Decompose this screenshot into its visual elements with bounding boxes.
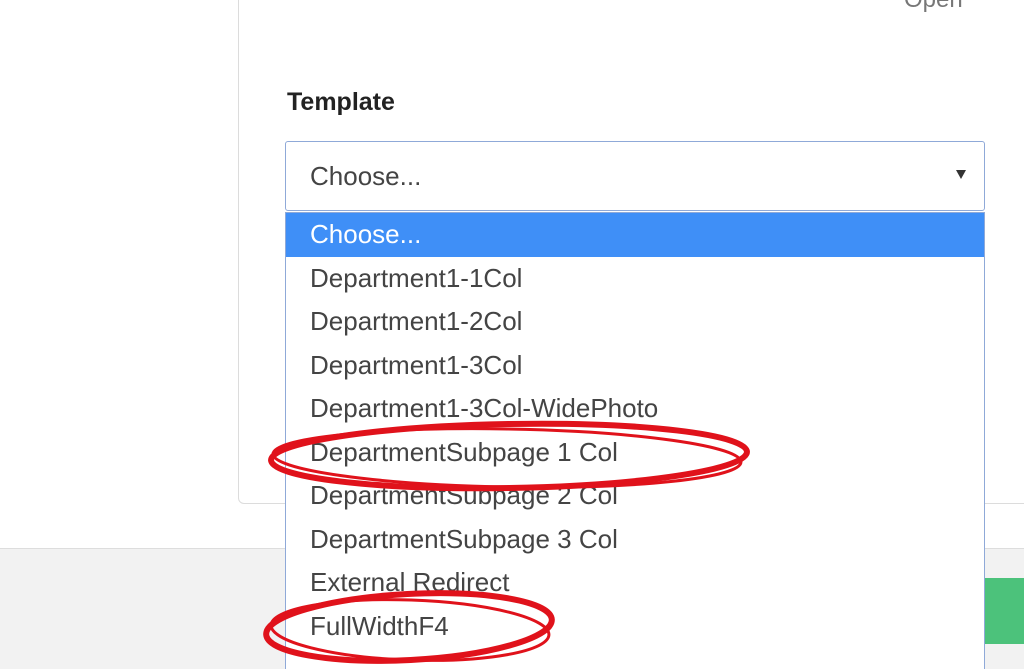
dropdown-arrow-icon [956, 170, 966, 179]
option-choose[interactable]: Choose... [286, 213, 984, 257]
option-external-redirect[interactable]: External Redirect [286, 561, 984, 605]
save-button[interactable] [980, 578, 1024, 644]
option-department1-2col[interactable]: Department1-2Col [286, 300, 984, 344]
option-departmentsubpage-3-col[interactable]: DepartmentSubpage 3 Col [286, 518, 984, 562]
page: Open Template Choose... Choose... Depart… [0, 0, 1024, 669]
template-label: Template [287, 88, 395, 116]
option-department1-3col[interactable]: Department1-3Col [286, 344, 984, 388]
option-department1-3col-widephoto[interactable]: Department1-3Col-WidePhoto [286, 387, 984, 431]
open-label[interactable]: Open [904, 0, 963, 14]
option-departmentsubpage-1-col[interactable]: DepartmentSubpage 1 Col [286, 431, 984, 475]
template-select-value: Choose... [310, 161, 422, 191]
option-fullwidthf4[interactable]: FullWidthF4 [286, 605, 984, 649]
template-dropdown-list[interactable]: Choose... Department1-1Col Department1-2… [285, 212, 985, 669]
template-select[interactable]: Choose... [285, 141, 985, 211]
option-department1-1col[interactable]: Department1-1Col [286, 257, 984, 301]
option-departmentsubpage-2-col[interactable]: DepartmentSubpage 2 Col [286, 474, 984, 518]
